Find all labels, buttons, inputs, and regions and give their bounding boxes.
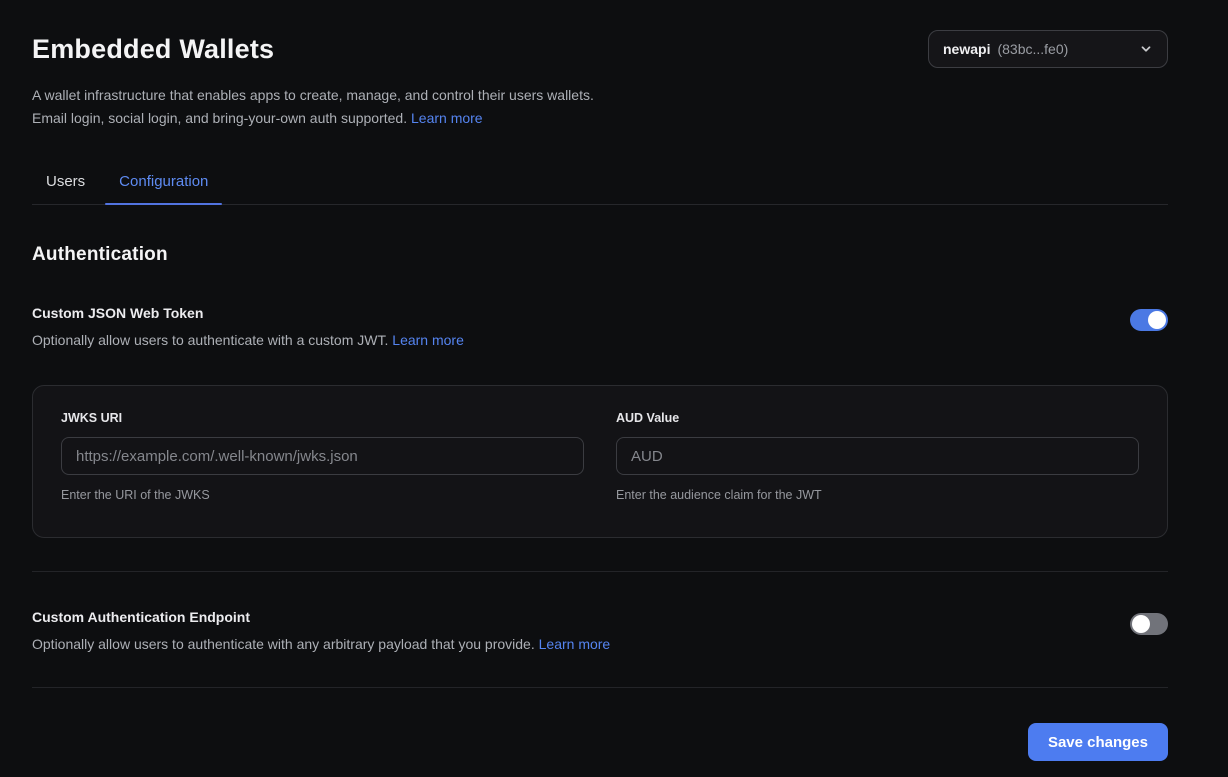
section-divider (32, 571, 1168, 572)
page-header: Embedded Wallets A wallet infrastructure… (32, 30, 1168, 130)
chevron-down-icon (1139, 42, 1153, 56)
aud-value-label: AUD Value (616, 411, 1139, 425)
custom-jwt-description-text: Optionally allow users to authenticate w… (32, 332, 388, 348)
app-selector-name: newapi (943, 41, 990, 57)
jwks-uri-input[interactable] (61, 437, 584, 475)
aud-value-input[interactable] (616, 437, 1139, 475)
custom-auth-endpoint-text: Custom Authentication Endpoint Optionall… (32, 609, 610, 652)
app-selector-id: (83bc...fe0) (997, 41, 1068, 57)
custom-jwt-learn-more-link[interactable]: Learn more (392, 332, 464, 348)
page-description: A wallet infrastructure that enables app… (32, 84, 598, 130)
custom-auth-endpoint-setting-row: Custom Authentication Endpoint Optionall… (32, 609, 1168, 652)
jwks-uri-helper: Enter the URI of the JWKS (61, 488, 584, 502)
tab-users[interactable]: Users (46, 173, 85, 204)
custom-jwt-label: Custom JSON Web Token (32, 305, 464, 321)
custom-auth-endpoint-learn-more-link[interactable]: Learn more (539, 636, 611, 652)
custom-jwt-text: Custom JSON Web Token Optionally allow u… (32, 305, 464, 348)
toggle-knob (1148, 311, 1166, 329)
app-selector-dropdown[interactable]: newapi (83bc...fe0) (928, 30, 1168, 68)
section-heading-authentication: Authentication (32, 244, 1168, 266)
custom-auth-endpoint-description: Optionally allow users to authenticate w… (32, 636, 610, 652)
embedded-wallets-page: Embedded Wallets A wallet infrastructure… (0, 0, 1228, 761)
aud-value-field: AUD Value Enter the audience claim for t… (616, 411, 1139, 502)
footer-actions: Save changes (32, 723, 1168, 761)
page-title: Embedded Wallets (32, 34, 598, 65)
toggle-knob (1132, 615, 1150, 633)
jwks-uri-field: JWKS URI Enter the URI of the JWKS (61, 411, 584, 502)
page-description-text: A wallet infrastructure that enables app… (32, 87, 594, 126)
tab-bar: Users Configuration (32, 173, 1168, 205)
custom-jwt-description: Optionally allow users to authenticate w… (32, 332, 464, 348)
save-changes-button[interactable]: Save changes (1028, 723, 1168, 761)
footer-divider (32, 687, 1168, 688)
custom-jwt-setting-row: Custom JSON Web Token Optionally allow u… (32, 305, 1168, 348)
custom-auth-endpoint-toggle[interactable] (1130, 613, 1168, 635)
custom-auth-endpoint-label: Custom Authentication Endpoint (32, 609, 610, 625)
custom-auth-endpoint-description-text: Optionally allow users to authenticate w… (32, 636, 535, 652)
custom-jwt-toggle[interactable] (1130, 309, 1168, 331)
page-learn-more-link[interactable]: Learn more (411, 110, 483, 126)
aud-value-helper: Enter the audience claim for the JWT (616, 488, 1139, 502)
tab-configuration[interactable]: Configuration (119, 173, 208, 204)
jwks-uri-label: JWKS URI (61, 411, 584, 425)
jwt-config-card: JWKS URI Enter the URI of the JWKS AUD V… (32, 385, 1168, 538)
page-header-text: Embedded Wallets A wallet infrastructure… (32, 30, 598, 130)
